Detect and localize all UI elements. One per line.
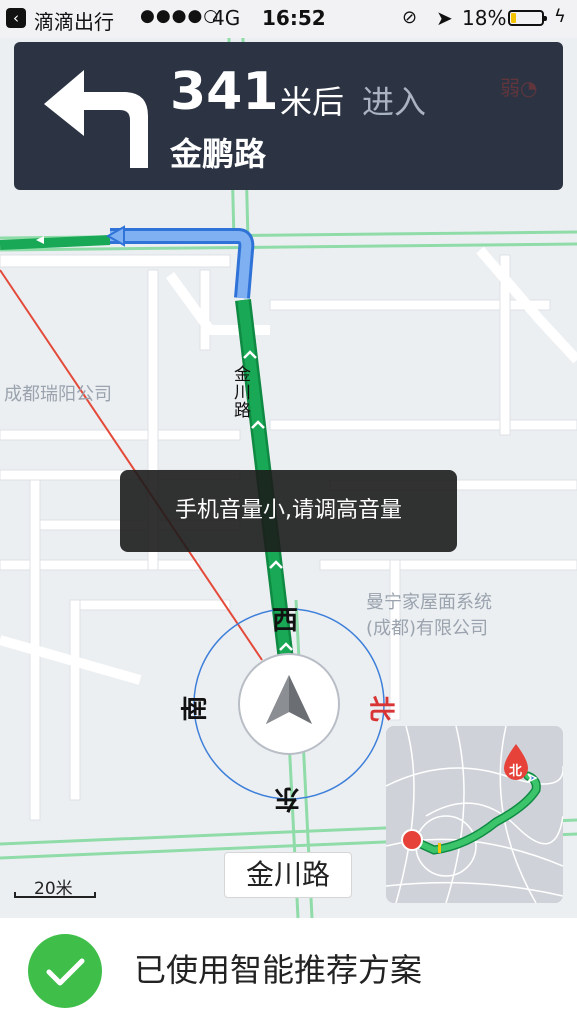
navigation-instruction-card[interactable]: 341 米后 进入 金鹏路 弱◔: [14, 42, 563, 190]
signal-strength: ●●●●○: [140, 6, 220, 26]
map-scale: 20米: [14, 874, 98, 899]
check-icon: [28, 934, 102, 1008]
route-overview-minimap[interactable]: 北: [386, 726, 563, 903]
next-road-name: 金鹏路: [170, 135, 267, 173]
route-road-label: 金川路: [234, 365, 251, 421]
back-icon[interactable]: ‹: [6, 8, 26, 28]
battery-percent: 18%: [462, 6, 507, 30]
compass-south: 南: [180, 695, 211, 722]
turn-action: 进入: [362, 83, 427, 121]
map-poi-company-east-line1: 曼宁家屋面系统: [366, 592, 492, 613]
bottom-status-bar: 已使用智能推荐方案: [0, 918, 577, 1024]
status-bar: ‹ 滴滴出行 ●●●●○ 4G 16:52 ⊘ ➤ 18% ϟ: [0, 0, 577, 38]
gps-signal-weak-icon: 弱◔: [500, 76, 538, 100]
gps-signal-label: 弱: [500, 76, 520, 100]
battery-icon: [508, 10, 547, 26]
compass-west: 西: [272, 606, 299, 636]
turn-distance: 341: [170, 62, 279, 122]
volume-warning-toast: 手机音量小,请调高音量: [120, 470, 457, 552]
recommended-plan-message: 已使用智能推荐方案: [134, 951, 423, 989]
map-poi-company-east-line2: (成都)有限公司: [366, 618, 489, 639]
network-type: 4G: [212, 6, 241, 30]
compass-north: 北: [365, 695, 396, 722]
battery-fill: [511, 13, 516, 23]
location-arrow-icon: ➤: [436, 6, 453, 30]
compass-east: 东: [274, 783, 301, 813]
charging-icon: ϟ: [554, 6, 566, 27]
rotation-lock-icon: ⊘: [402, 7, 418, 28]
minimap-north-label: 北: [509, 764, 523, 779]
current-road-label: 金川路: [224, 852, 352, 898]
turn-left-icon: [44, 70, 148, 168]
status-time: 16:52: [262, 6, 326, 30]
distance-unit: 米后: [280, 83, 345, 121]
map-poi-company-west: 成都瑞阳公司: [4, 384, 112, 405]
status-app-name: 滴滴出行: [34, 10, 114, 34]
